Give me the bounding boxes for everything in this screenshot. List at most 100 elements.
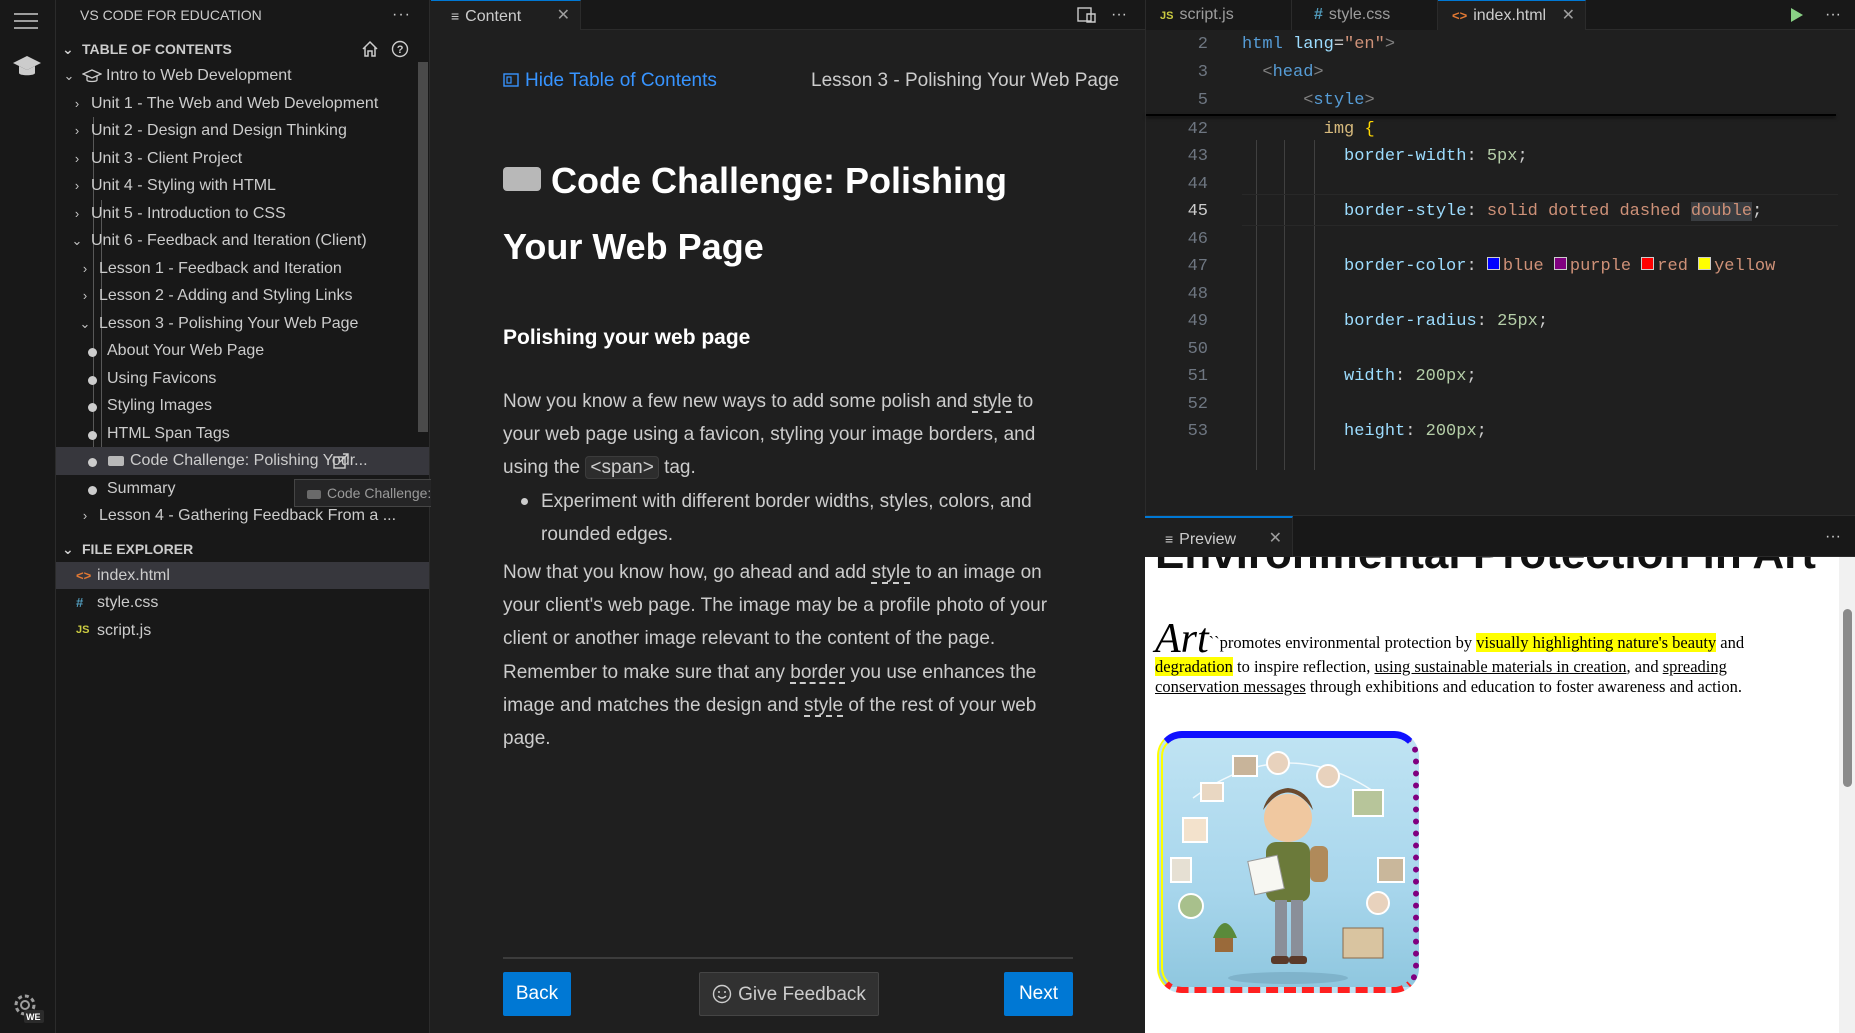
open-external-icon[interactable] [332,447,350,475]
keyboard-icon [108,456,124,466]
tab-style-css[interactable]: # style.css [1292,0,1438,30]
page-title-text: Code Challenge: Polishing Your Web Page [503,160,1008,267]
text: tag. [658,457,696,478]
chevron-right-icon: › [74,150,80,166]
give-feedback-button[interactable]: Give Feedback [699,972,879,1016]
code-line: html lang="en"> [1242,35,1396,54]
color-swatch[interactable] [1641,257,1655,271]
code-line: <style> [1303,91,1375,110]
file-style-css[interactable]: # style.css [56,589,429,617]
tree-course[interactable]: ⌄ Intro to Web Development [56,62,429,90]
education-cap-icon[interactable] [12,54,42,85]
glossary-term[interactable]: style [973,391,1012,412]
color-swatch[interactable] [1698,257,1712,271]
sidebar-title: VS CODE FOR EDUCATION ··· [56,0,429,30]
token: border-color [1344,257,1467,276]
tree-lesson[interactable]: › Lesson 2 - Adding and Styling Links [56,282,429,310]
editor-tabbar: JS script.js # style.css <> index.html ✕ ··… [1146,0,1855,30]
preview-content[interactable]: Environmental Protection in Art Art``pro… [1145,557,1855,1033]
section-heading: Polishing your web page [503,326,751,349]
tree-topic-selected[interactable]: Code Challenge: Polishing Your... [56,447,429,475]
tree-lesson[interactable]: ⌄ Lesson 3 - Polishing Your Web Page [56,310,429,338]
run-icon[interactable] [1789,6,1805,29]
close-icon[interactable]: ✕ [557,1,570,31]
home-icon[interactable] [361,40,379,58]
hide-toc-link[interactable]: Hide Table of Contents [503,70,717,92]
token: lang [1293,35,1334,54]
chevron-down-icon: ⌄ [62,41,74,57]
toc-section-header[interactable]: ⌄ TABLE OF CONTENTS ? [56,36,429,62]
tree-lesson[interactable]: › Lesson 1 - Feedback and Iteration [56,255,429,283]
sidebar-scrollbar[interactable] [418,62,428,432]
color-swatch[interactable] [1553,257,1567,271]
color-swatch[interactable] [1486,257,1500,271]
token: width [1344,367,1396,386]
tree-topic[interactable]: About Your Web Page [56,337,429,365]
open-preview-icon[interactable] [1077,0,1097,30]
tab-label: Content [465,8,522,25]
more-actions-icon[interactable]: ··· [1825,0,1841,30]
token: red [1657,257,1688,276]
preview-scrollbar[interactable] [1839,557,1855,1033]
topic-label: Styling Images [107,397,212,414]
tree-topic[interactable]: Styling Images [56,392,429,420]
tab-preview[interactable]: ≡ Preview ✕ [1145,516,1293,558]
file-script-js[interactable]: JS script.js [56,617,429,645]
close-icon[interactable]: ✕ [1269,518,1282,560]
tree-unit[interactable]: › Unit 4 - Styling with HTML [56,172,429,200]
toc-header-label: TABLE OF CONTENTS [82,41,232,57]
tab-index-html[interactable]: <> index.html ✕ [1438,0,1586,30]
code-line: border-color: blue purple red yellow [1344,257,1776,276]
bullet-icon [88,348,97,357]
list-icon: ≡ [1165,531,1174,547]
menu-icon[interactable] [14,8,38,34]
more-actions-icon[interactable]: ··· [1111,0,1127,30]
back-button[interactable]: Back [503,972,571,1016]
keyboard-icon [307,489,321,499]
content-panel: ≡ Content ✕ ··· Hide Table of Contents Le… [431,0,1145,1033]
more-actions-icon[interactable]: ··· [392,0,411,30]
token: yellow [1714,257,1776,276]
sidebar-title-text: VS CODE FOR EDUCATION [80,7,262,23]
tree-topic[interactable]: HTML Span Tags [56,420,429,448]
token: head [1272,63,1314,82]
bullet-icon [88,403,97,412]
list-item: Experiment with different border widths,… [521,485,1061,551]
close-icon[interactable]: ✕ [1562,1,1575,31]
tab-script-js[interactable]: JS script.js [1146,0,1292,30]
html-file-icon: <> [1452,8,1468,23]
svg-text:WE: WE [26,1012,41,1022]
chevron-right-icon: › [74,95,80,111]
tree-unit[interactable]: › Unit 1 - The Web and Web Development [56,90,429,118]
hide-toc-label: Hide Table of Contents [525,70,717,91]
scroll-thumb[interactable] [1843,609,1852,787]
code-line: <head> [1262,63,1324,82]
settings-gear-icon[interactable]: WE [10,990,44,1029]
more-actions-icon[interactable]: ··· [1825,516,1841,558]
file-explorer-header[interactable]: ⌄ FILE EXPLORER [56,536,429,562]
tree-unit[interactable]: › Unit 5 - Introduction to CSS [56,200,429,228]
underlined-text: using sustainable materials in creation [1374,657,1627,676]
tree-unit[interactable]: ⌄ Unit 6 - Feedback and Iteration (Client… [56,227,429,255]
file-index-html[interactable]: <> index.html [56,561,429,589]
line-number: 46 [1187,230,1208,249]
next-button[interactable]: Next [1004,972,1073,1016]
glossary-term[interactable]: style [804,695,843,716]
smiley-icon [712,984,732,1004]
text: Now that you know how, go ahead and add [503,562,872,583]
help-icon[interactable]: ? [391,40,409,58]
svg-text:?: ? [397,44,404,56]
tree-topic[interactable]: Using Favicons [56,365,429,393]
file-name: script.js [97,621,152,639]
token: blue [1502,257,1544,276]
tab-label: style.css [1328,6,1391,23]
sidebar: VS CODE FOR EDUCATION ··· ⌄ TABLE OF CON… [56,0,604,1033]
glossary-term[interactable]: border [790,662,845,683]
tree-unit[interactable]: › Unit 2 - Design and Design Thinking [56,117,429,145]
tree-unit[interactable]: › Unit 3 - Client Project [56,145,429,173]
code-line: height: 200px; [1344,422,1487,441]
tab-content[interactable]: ≡ Content ✕ [431,0,581,30]
html-file-icon: <> [76,567,92,583]
code-line: width: 200px; [1344,367,1477,386]
glossary-term[interactable]: style [872,562,911,583]
